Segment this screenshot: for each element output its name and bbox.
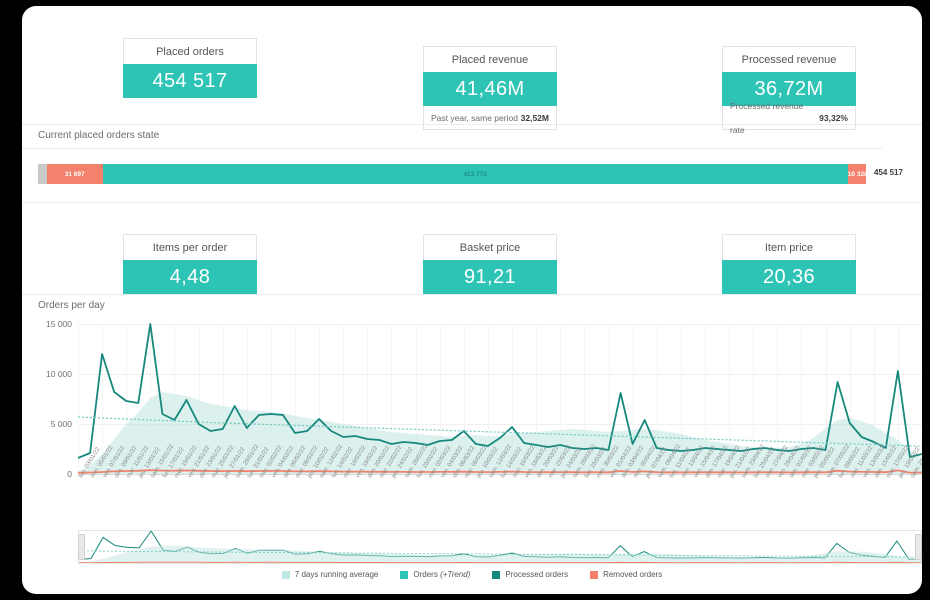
kpi-value: 454 517 <box>123 64 257 98</box>
state-section-label: Current placed orders state <box>38 130 160 141</box>
divider-chart <box>22 294 922 295</box>
chart-y-tick: 10 000 <box>46 369 72 379</box>
kpi-subtext: Processed revenue rate 93,32% <box>722 101 856 135</box>
navigator-svg <box>79 531 921 563</box>
state-segment-label: 31 697 <box>64 170 85 178</box>
kpi-value: 41,46M <box>423 72 557 106</box>
chart-range-navigator[interactable] <box>78 530 922 564</box>
kpi-value: 4,48 <box>123 260 257 294</box>
legend-swatch-icon <box>281 570 290 579</box>
kpi-value: 20,36 <box>722 260 856 294</box>
kpi-title: Item price <box>722 234 856 260</box>
kpi-title: Processed revenue <box>722 46 856 72</box>
kpi-sub-value: 93,32% <box>819 112 848 123</box>
chart-y-tick: 15 000 <box>46 319 72 329</box>
state-segment-pending[interactable]: 10 328 <box>847 164 866 184</box>
chart-section-label: Orders per day <box>38 300 105 311</box>
kpi-sub-label: Past year, same period <box>431 112 518 123</box>
legend-swatch-icon <box>492 570 501 579</box>
kpi-card-item-price[interactable]: Item price 20,36 <box>722 234 856 294</box>
navigator-handle-right[interactable] <box>915 534 922 560</box>
legend-label: Removed orders <box>603 570 663 579</box>
divider-state <box>22 148 882 149</box>
dashboard-card: Placed orders 454 517 Placed revenue 41,… <box>22 6 922 594</box>
kpi-card-placed-orders[interactable]: Placed orders 454 517 <box>123 38 257 98</box>
kpi-sub-value: 32,52M <box>520 112 549 123</box>
divider-state-bottom <box>22 202 922 203</box>
legend-swatch-icon <box>400 570 409 579</box>
state-segment-removed[interactable]: 31 697 <box>46 164 103 184</box>
state-segment-label: 423 772 <box>463 170 487 178</box>
kpi-subtext: Past year, same period 32,52M <box>423 106 557 130</box>
kpi-title: Placed revenue <box>423 46 557 72</box>
divider-top <box>22 124 922 125</box>
legend-label: Processed orders <box>505 570 569 579</box>
kpi-card-basket-price[interactable]: Basket price 91,21 <box>423 234 557 294</box>
state-segment-unlabeled-grey[interactable] <box>38 164 47 184</box>
legend-item[interactable]: Removed orders <box>590 570 662 579</box>
navigator-handle-left[interactable] <box>78 534 85 560</box>
chart-y-tick: 5 000 <box>50 419 72 429</box>
chart-x-axis-labels: lun. 03/01/22 mer. 05/01/22 ven. 07/01/22 d… <box>78 444 922 522</box>
chart-legend: 7 days running average Orders (+Trend) Pro… <box>22 570 922 579</box>
kpi-card-processed-revenue[interactable]: Processed revenue 36,72M Processed reven… <box>722 46 856 135</box>
kpi-sub-label: Processed revenue rate <box>730 100 804 135</box>
kpi-value: 91,21 <box>423 260 557 294</box>
navigator-series <box>79 561 921 563</box>
kpi-card-items-per-order[interactable]: Items per order 4,48 <box>123 234 257 294</box>
kpi-card-placed-revenue[interactable]: Placed revenue 41,46M Past year, same pe… <box>423 46 557 130</box>
chart-y-tick: 0 <box>67 469 72 479</box>
kpi-title: Basket price <box>423 234 557 260</box>
state-segment-processed[interactable]: 423 772 <box>102 164 848 184</box>
legend-item[interactable]: Orders (+Trend) <box>400 570 470 579</box>
kpi-title: Items per order <box>123 234 257 260</box>
state-segment-label: 10 328 <box>847 170 866 178</box>
legend-label: 7 days running average <box>294 570 379 579</box>
legend-item[interactable]: Processed orders <box>492 570 568 579</box>
state-total-label: 454 517 <box>874 168 903 177</box>
orders-per-day-chart: Orders per day 0 5 000 10 000 15 000 lun. 0… <box>22 298 922 594</box>
legend-item[interactable]: 7 days running average <box>281 570 379 579</box>
legend-label: Orders (+Trend) <box>413 570 471 579</box>
legend-swatch-icon <box>590 570 599 579</box>
kpi-title: Placed orders <box>123 38 257 64</box>
kpi-row-top: Placed orders 454 517 Placed revenue 41,… <box>22 38 922 135</box>
orders-state-bar[interactable]: 31 697 423 772 10 328 <box>38 164 866 184</box>
